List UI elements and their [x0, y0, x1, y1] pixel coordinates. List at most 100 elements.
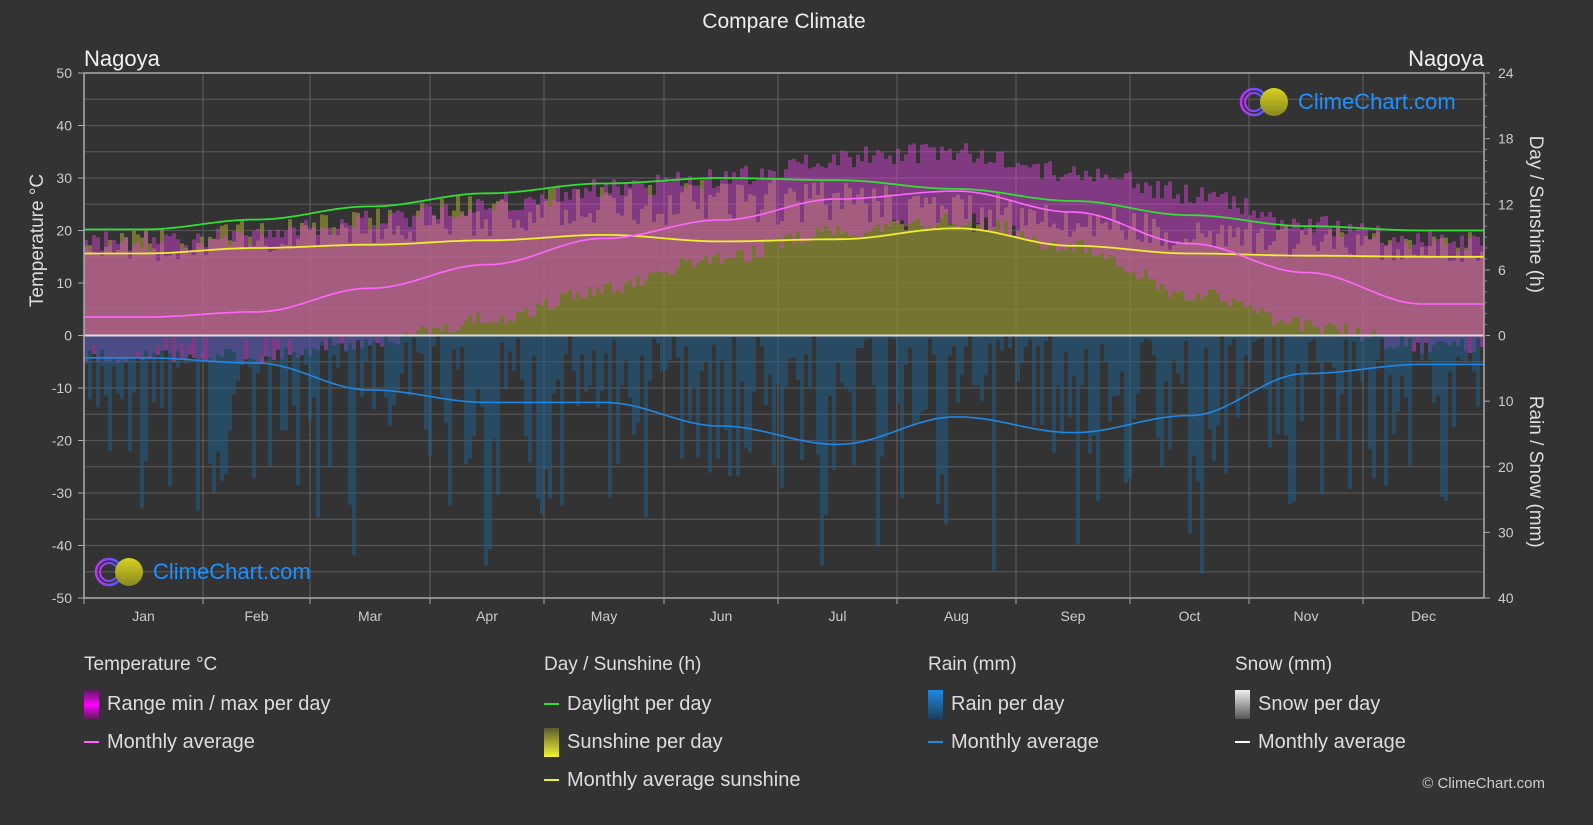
temp-range-bar — [1360, 223, 1364, 342]
month-label: Jul — [829, 608, 847, 624]
legend-label: Sunshine per day — [567, 730, 723, 753]
sunshine-bar — [1068, 236, 1072, 336]
rain-bar — [676, 335, 680, 358]
temp-range-bar — [1356, 228, 1360, 328]
rain-bar — [1472, 335, 1476, 372]
rain-bar — [1068, 335, 1072, 418]
legend-item-sunshine-day: Sunshine per day — [544, 727, 800, 757]
climechart-logo-icon — [1239, 87, 1288, 117]
rain-bar — [404, 335, 408, 343]
temp-range-bar — [1476, 237, 1480, 339]
watermark-logo-bottom: ClimeChart.com — [93, 556, 311, 588]
left-tick-label: -40 — [52, 538, 72, 554]
rain-bar — [456, 335, 460, 370]
rain-bar — [720, 335, 724, 361]
rain-bar — [1240, 335, 1244, 386]
month-label: Sep — [1061, 608, 1086, 624]
rain-bar — [1412, 335, 1416, 343]
rain-bar — [1368, 335, 1372, 450]
temp-range-bar — [1036, 163, 1040, 242]
sunshine-bar — [976, 224, 980, 336]
rain-bar — [152, 335, 156, 403]
rain-bar — [860, 335, 864, 349]
right-tick-label: 20 — [1498, 459, 1514, 475]
rain-bar — [1200, 335, 1204, 574]
rain-bar — [1432, 335, 1436, 403]
rain-bar — [752, 335, 756, 392]
rain-bar — [236, 335, 240, 381]
rain-bar — [900, 335, 904, 499]
rain-bar — [1332, 335, 1336, 369]
temp-range-bar — [1400, 235, 1404, 337]
rain-bar — [1292, 335, 1296, 502]
rain-bar — [1140, 335, 1144, 343]
rain-bar — [1476, 335, 1480, 407]
rain-bar — [220, 335, 224, 481]
rain-bar — [1268, 335, 1272, 448]
temp-range-bar — [732, 172, 736, 259]
rain-bar — [1356, 335, 1360, 371]
temp-range-bar — [544, 198, 548, 299]
rain-bar — [1464, 335, 1468, 364]
temp-range-bar — [1164, 185, 1168, 290]
rain-bar — [1336, 335, 1340, 442]
rain-bar — [960, 335, 964, 375]
rain-bar — [1160, 335, 1164, 468]
temp-range-bar — [396, 210, 400, 345]
rain-bar — [348, 335, 352, 505]
rain-bar — [492, 335, 496, 439]
sunshine-bar — [1080, 226, 1084, 336]
sunshine-bar — [936, 222, 940, 336]
legend-item-temp-avg: Monthly average — [84, 730, 330, 754]
month-label: Feb — [244, 608, 268, 624]
rain-bar — [1452, 335, 1456, 428]
temp-range-bar — [736, 177, 740, 251]
rain-bar — [988, 335, 992, 344]
temp-range-bar — [740, 168, 744, 251]
rain-bar — [180, 335, 184, 344]
rain-bar — [1360, 335, 1364, 382]
temp-range-bar — [1272, 217, 1276, 326]
temp-range-bar — [704, 179, 708, 256]
chart-title: Compare Climate — [702, 10, 866, 33]
rain-bar — [400, 335, 404, 374]
temp-range-bar — [1068, 172, 1072, 244]
rain-bar — [1008, 335, 1012, 349]
temp-range-bar — [584, 187, 588, 299]
temp-range-bar — [1112, 177, 1116, 257]
temp-range-bar — [632, 179, 636, 288]
rain-bar — [872, 335, 876, 385]
rain-bar — [744, 335, 748, 448]
left-tick-label: -20 — [52, 433, 72, 449]
rain-bar — [784, 335, 788, 387]
rain-bar — [336, 335, 340, 368]
rain-bar — [1176, 335, 1180, 374]
temp-range-bar — [724, 171, 728, 259]
temp-range-bar — [728, 183, 732, 258]
rain-bar — [552, 335, 556, 394]
temp-range-bar — [1168, 181, 1172, 298]
rain-bar — [880, 335, 884, 457]
temp-range-bar — [1196, 196, 1200, 294]
rain-bar — [532, 335, 536, 357]
rain-bar — [1064, 335, 1068, 353]
rain-bar — [596, 335, 600, 408]
month-label: May — [591, 608, 617, 624]
rain-bar — [816, 335, 820, 455]
temp-range-bar — [864, 146, 868, 233]
rain-bar — [368, 335, 372, 346]
temp-range-bar — [836, 165, 840, 227]
temp-range-bar — [1184, 184, 1188, 301]
temp-range-bar — [1240, 214, 1244, 302]
sunshine-bar — [984, 230, 988, 336]
temp-range-bar — [944, 150, 948, 214]
rain-bar — [240, 335, 244, 366]
copyright: © ClimeChart.com — [1422, 775, 1545, 792]
temp-range-bar — [1016, 162, 1020, 238]
left-tick-label: 40 — [56, 118, 72, 134]
temp-range-bar — [920, 144, 924, 227]
rain-bar — [352, 335, 356, 556]
rain-bar — [1024, 335, 1028, 347]
temp-range-bar — [1416, 233, 1420, 343]
rain-bar — [1404, 335, 1408, 398]
